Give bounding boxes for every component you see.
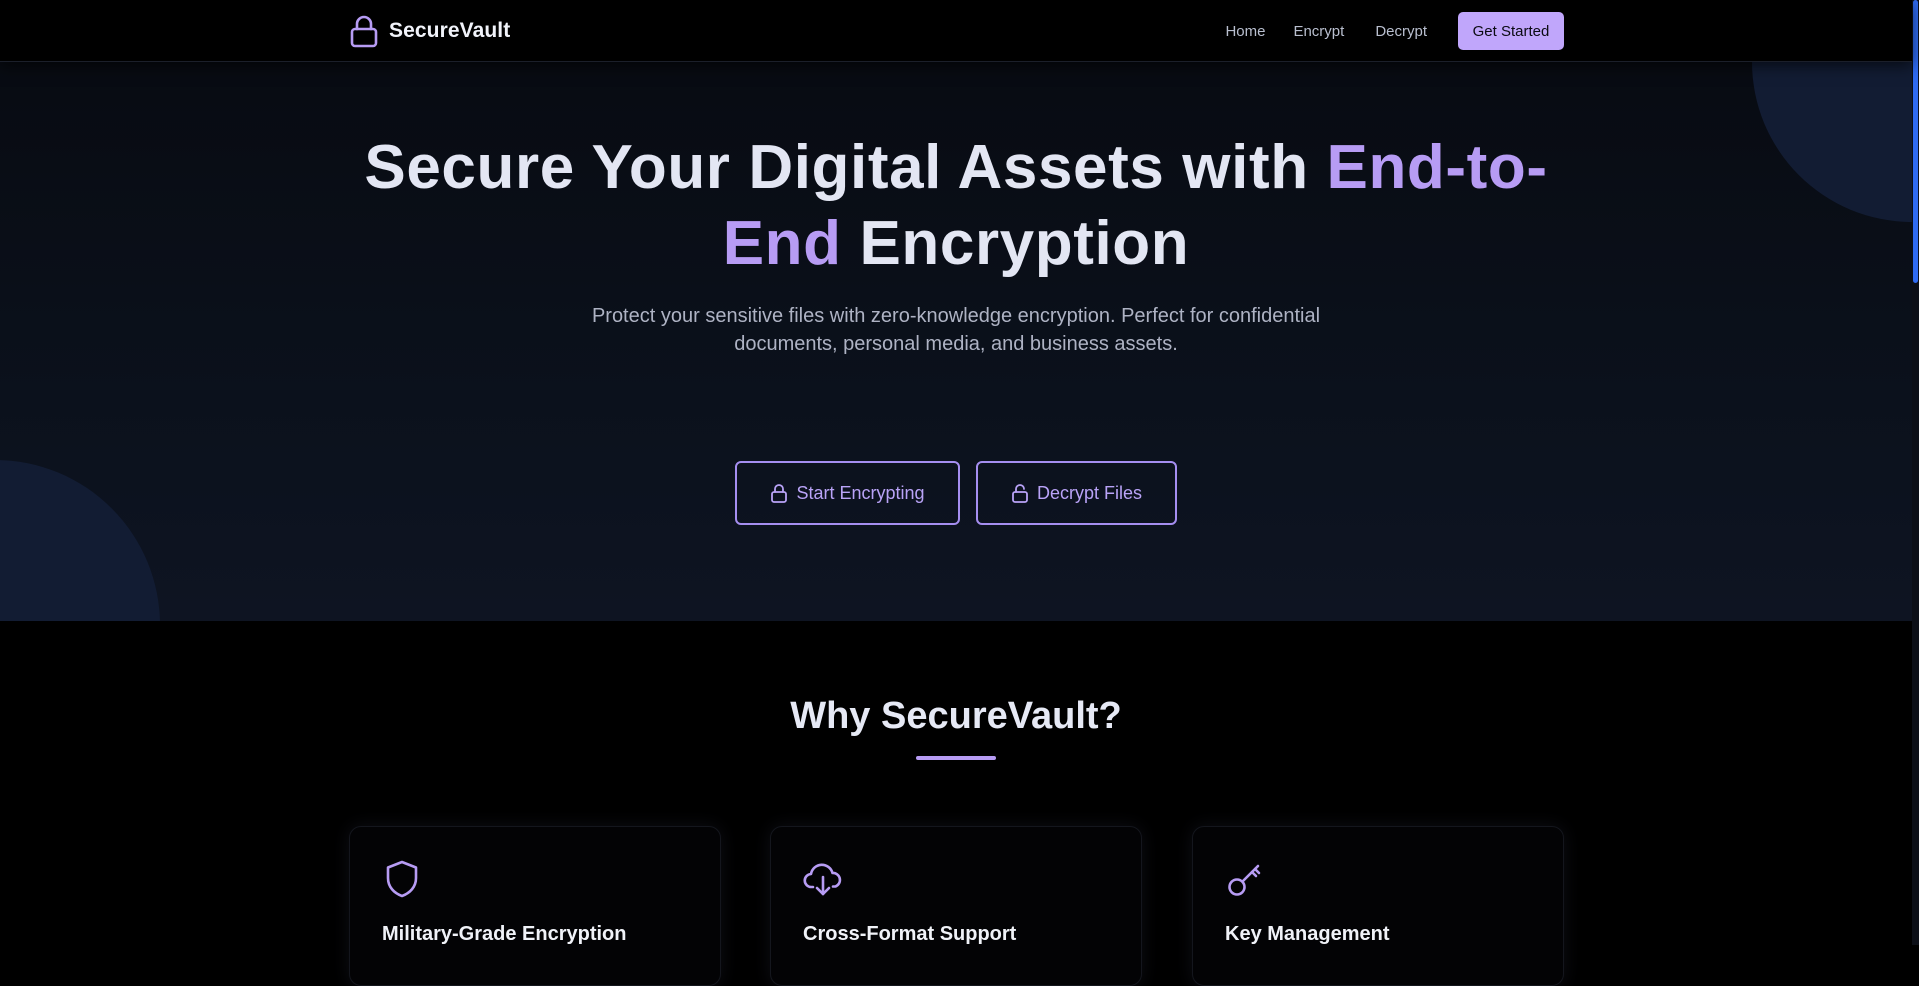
nav-links: Home Encrypt Decrypt Get Started — [1225, 12, 1564, 50]
hero-title-part1: Secure Your Digital Assets with — [364, 133, 1327, 202]
decrypt-files-button[interactable]: Decrypt Files — [976, 461, 1177, 525]
hero-title-part2: Encryption — [841, 209, 1190, 278]
heading-underline — [916, 756, 996, 760]
decorative-circle-top-right — [1752, 62, 1912, 222]
lock-icon — [350, 15, 378, 48]
feature-card-encryption: Military-Grade Encryption — [349, 826, 721, 986]
brand[interactable]: SecureVault — [349, 14, 510, 48]
start-encrypting-label: Start Encrypting — [796, 482, 925, 503]
nav-link-encrypt[interactable]: Encrypt — [1293, 23, 1344, 40]
scrollbar-track[interactable] — [1912, 0, 1919, 945]
hero-title: Secure Your Digital Assets with End-to-E… — [360, 130, 1552, 282]
feature-card-title: Cross-Format Support — [803, 923, 1017, 945]
hero-subtitle: Protect your sensitive files with zero-k… — [591, 305, 1321, 355]
start-encrypting-button[interactable]: Start Encrypting — [735, 461, 960, 525]
feature-card-keys: Key Management — [1192, 826, 1564, 986]
feature-card-formats: Cross-Format Support — [770, 826, 1142, 986]
decorative-circle-bottom-left — [0, 460, 160, 621]
unlock-icon — [1012, 484, 1028, 503]
nav-link-decrypt[interactable]: Decrypt — [1375, 23, 1427, 40]
shield-icon — [386, 860, 418, 898]
feature-card-title: Military-Grade Encryption — [382, 923, 627, 945]
key-icon — [1228, 864, 1261, 896]
brand-name: SecureVault — [389, 19, 511, 42]
cloud-download-icon — [803, 863, 842, 896]
lock-icon — [771, 484, 788, 503]
navbar: SecureVault Home Encrypt Decrypt Get Sta… — [0, 0, 1912, 62]
decrypt-files-label: Decrypt Files — [1036, 482, 1143, 503]
feature-card-title: Key Management — [1225, 923, 1390, 945]
nav-link-home[interactable]: Home — [1225, 23, 1265, 40]
scrollbar-thumb[interactable] — [1913, 0, 1918, 283]
features-heading: Why SecureVault? — [790, 695, 1122, 737]
get-started-button[interactable]: Get Started — [1458, 12, 1564, 50]
